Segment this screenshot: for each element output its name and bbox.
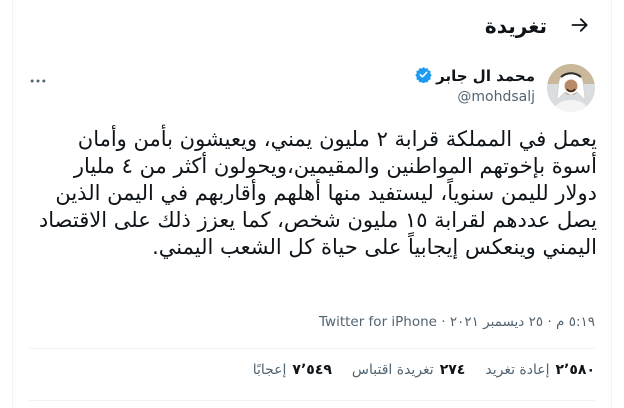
meta-separator: · xyxy=(547,314,552,330)
divider xyxy=(29,348,595,349)
likes-label: إعجابًا xyxy=(252,362,287,378)
meta-separator-2: · xyxy=(441,314,446,330)
divider-bottom xyxy=(29,400,595,401)
retweets-label: إعادة تغريد xyxy=(485,362,550,378)
quotes-stat[interactable]: ٢٧٤ تغريدة اقتباس xyxy=(352,362,465,386)
tweet-date[interactable]: ٢٥ ديسمبر ٢٠٢١ xyxy=(450,314,543,330)
author-handle[interactable]: @mohdsalj xyxy=(415,89,535,105)
quotes-count: ٢٧٤ xyxy=(439,362,466,378)
page-header: تغريدة xyxy=(13,0,611,53)
back-button[interactable] xyxy=(563,10,597,44)
page-title: تغريدة xyxy=(484,14,547,38)
tweet-source[interactable]: Twitter for iPhone xyxy=(319,314,437,330)
name-row: محمد ال جابر xyxy=(415,66,535,86)
likes-stat[interactable]: ٧٬٥٤٩ إعجابًا xyxy=(253,362,332,386)
verified-badge-icon xyxy=(415,66,432,87)
quotes-label: تغريدة اقتباس xyxy=(351,362,434,378)
retweets-count: ٢٬٥٨٠ xyxy=(555,362,596,378)
tweet-text: يعمل في المملكة قرابة ٢ مليون يمني، ويعي… xyxy=(38,127,597,259)
retweets-stat[interactable]: ٢٬٥٨٠ إعادة تغريد xyxy=(485,362,595,386)
avatar[interactable] xyxy=(547,64,595,112)
author-display-name[interactable]: محمد ال جابر xyxy=(436,67,535,85)
likes-count: ٧٬٥٤٩ xyxy=(292,362,332,378)
tweet-stats: ٢٬٥٨٠ إعادة تغريد ٢٧٤ تغريدة اقتباس ٧٬٥٤… xyxy=(29,362,595,386)
tweet-meta: ٥:١٩ م · ٢٥ ديسمبر ٢٠٢١ · Twitter for iP… xyxy=(29,314,595,334)
author-names: محمد ال جابر @mohdsalj xyxy=(415,66,535,105)
tweet-time[interactable]: ٥:١٩ م xyxy=(556,314,595,330)
more-options-button[interactable] xyxy=(23,68,53,98)
tweet-author: محمد ال جابر @mohdsalj xyxy=(13,60,611,116)
arrow-right-icon xyxy=(570,15,590,39)
tweet-detail-page: تغريدة محمد ال جابر @mohdsalj يعمل في ال… xyxy=(12,0,612,408)
more-horizontal-icon xyxy=(28,71,48,95)
